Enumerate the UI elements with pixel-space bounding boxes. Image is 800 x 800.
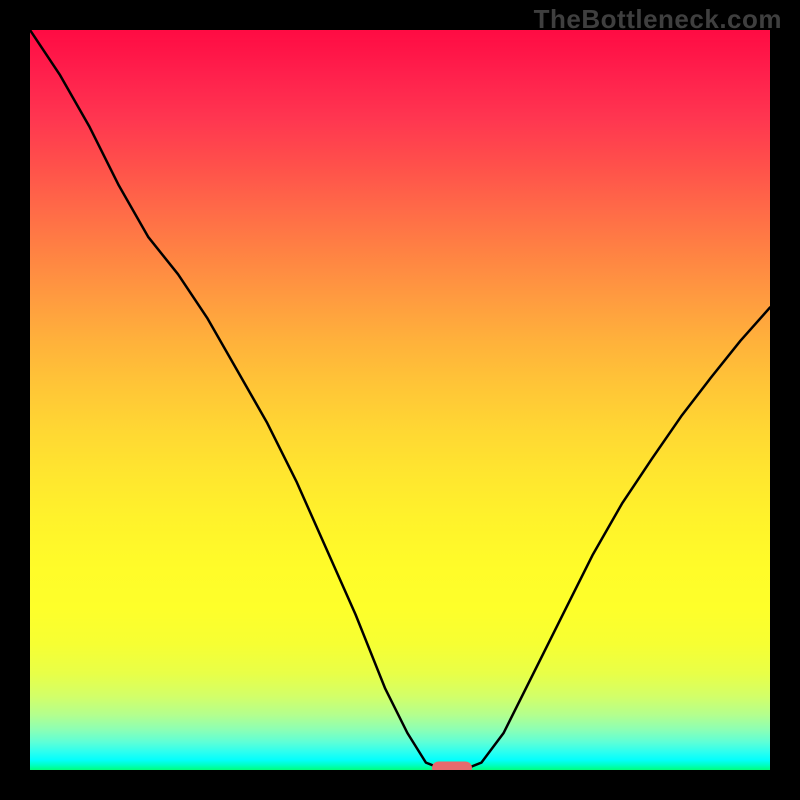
optimal-marker [432, 762, 472, 771]
chart-container: TheBottleneck.com [0, 0, 800, 800]
bottleneck-curve [30, 30, 770, 770]
watermark-text: TheBottleneck.com [534, 4, 782, 35]
plot-area [30, 30, 770, 770]
